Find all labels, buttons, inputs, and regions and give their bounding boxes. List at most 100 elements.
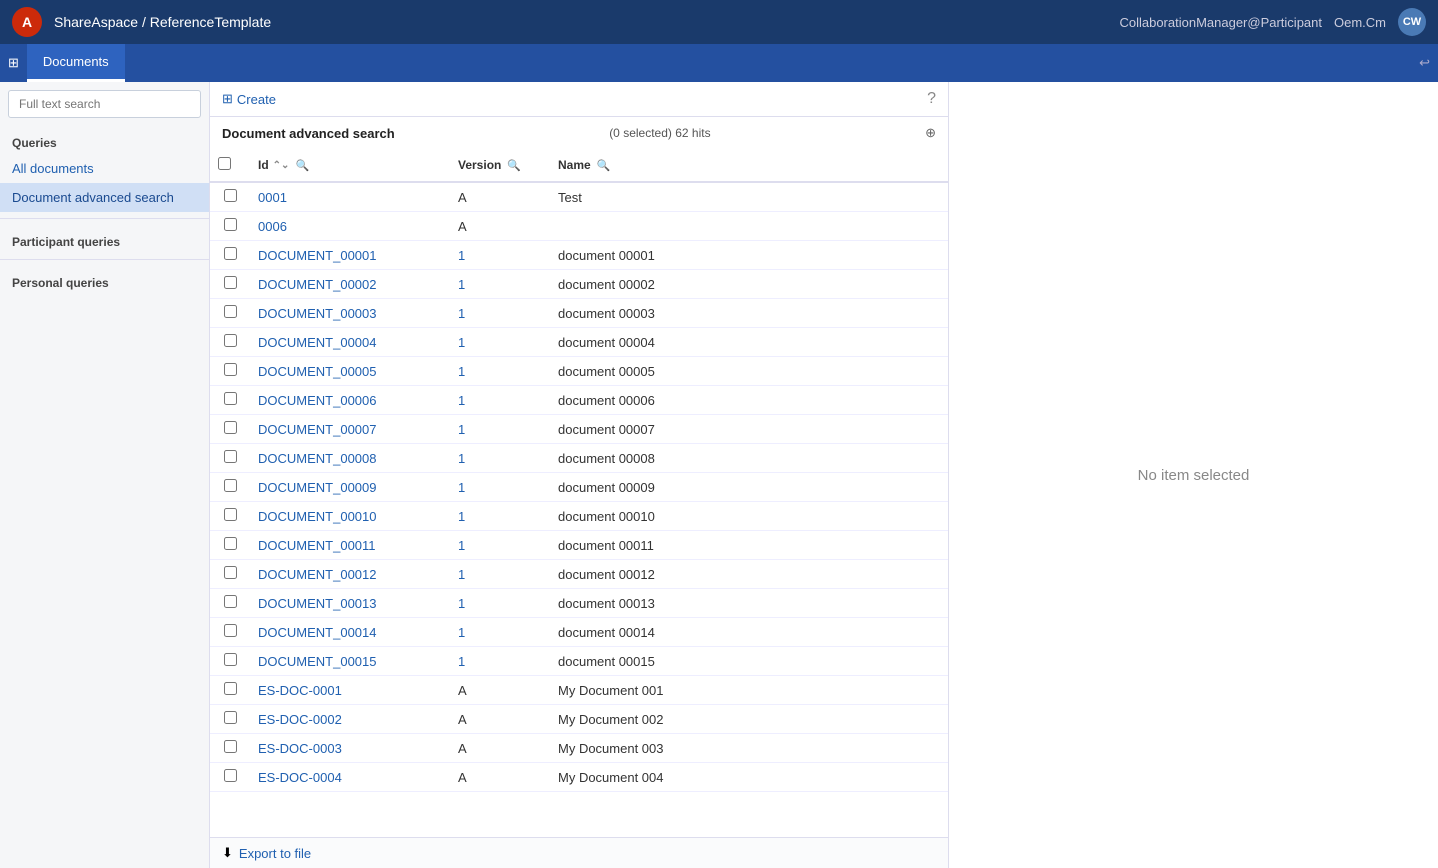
row-checkbox[interactable] [224, 479, 237, 492]
row-id[interactable]: DOCUMENT_00007 [250, 415, 450, 444]
user-label: CollaborationManager@Participant [1119, 15, 1322, 30]
row-checkbox[interactable] [224, 363, 237, 376]
table-row: ES-DOC-0002 A My Document 002 [210, 705, 948, 734]
row-name: document 00012 [550, 560, 948, 589]
history-icon[interactable]: ↩ [1419, 55, 1430, 71]
row-checkbox[interactable] [224, 682, 237, 695]
row-id[interactable]: DOCUMENT_00004 [250, 328, 450, 357]
row-id[interactable]: ES-DOC-0001 [250, 676, 450, 705]
row-id[interactable]: DOCUMENT_00006 [250, 386, 450, 415]
row-checkbox[interactable] [224, 305, 237, 318]
expand-icon[interactable]: ⊕ [925, 125, 936, 141]
row-id[interactable]: 0006 [250, 212, 450, 241]
row-checkbox[interactable] [224, 392, 237, 405]
row-id[interactable]: DOCUMENT_00015 [250, 647, 450, 676]
row-id[interactable]: DOCUMENT_00002 [250, 270, 450, 299]
row-name: document 00013 [550, 589, 948, 618]
row-checkbox[interactable] [224, 421, 237, 434]
row-checkbox[interactable] [224, 566, 237, 579]
sort-icon[interactable]: ⌃⌄ [273, 160, 290, 171]
user-avatar[interactable]: CW [1398, 8, 1426, 36]
version-filter-icon[interactable]: 🔍 [507, 159, 521, 172]
documents-table: Id ⌃⌄ 🔍 Version 🔍 [210, 149, 948, 792]
right-panel: No item selected [948, 82, 1438, 868]
row-checkbox[interactable] [224, 276, 237, 289]
row-checkbox[interactable] [224, 247, 237, 260]
row-id[interactable]: DOCUMENT_00011 [250, 531, 450, 560]
search-input[interactable] [8, 90, 201, 118]
header-id: Id ⌃⌄ 🔍 [250, 149, 450, 182]
personal-queries-label: Personal queries [0, 266, 209, 294]
table-row: DOCUMENT_00008 1 document 00008 [210, 444, 948, 473]
row-checkbox[interactable] [224, 653, 237, 666]
row-name: document 00005 [550, 357, 948, 386]
row-id[interactable]: ES-DOC-0004 [250, 763, 450, 792]
row-name: document 00015 [550, 647, 948, 676]
row-checkbox-cell [210, 357, 250, 386]
row-checkbox-cell [210, 386, 250, 415]
row-checkbox[interactable] [224, 189, 237, 202]
row-checkbox[interactable] [224, 740, 237, 753]
row-version: 1 [450, 386, 550, 415]
top-bar: A ShareAspace / ReferenceTemplate Collab… [0, 0, 1438, 44]
row-version: 1 [450, 560, 550, 589]
table-row: DOCUMENT_00002 1 document 00002 [210, 270, 948, 299]
row-name: My Document 002 [550, 705, 948, 734]
row-checkbox-cell [210, 647, 250, 676]
row-version: 1 [450, 531, 550, 560]
documents-tab[interactable]: Documents [27, 44, 125, 82]
sidebar-item-document-advanced-search[interactable]: Document advanced search [0, 183, 209, 212]
row-id[interactable]: ES-DOC-0003 [250, 734, 450, 763]
toolbar: ⊞ Create ? [210, 82, 948, 117]
name-filter-icon[interactable]: 🔍 [597, 159, 611, 172]
row-checkbox-cell [210, 763, 250, 792]
row-id[interactable]: DOCUMENT_00009 [250, 473, 450, 502]
row-version: 1 [450, 444, 550, 473]
grid-icon[interactable]: ⊞ [8, 55, 19, 71]
header-checkbox[interactable] [218, 157, 231, 170]
row-id[interactable]: DOCUMENT_00003 [250, 299, 450, 328]
row-name: document 00010 [550, 502, 948, 531]
row-version: A [450, 676, 550, 705]
row-version: 1 [450, 241, 550, 270]
row-id[interactable]: DOCUMENT_00012 [250, 560, 450, 589]
row-version: 1 [450, 328, 550, 357]
results-header: Document advanced search (0 selected) 62… [210, 117, 948, 149]
sidebar: Queries All documents Document advanced … [0, 82, 210, 868]
row-id[interactable]: 0001 [250, 182, 450, 212]
create-plus-icon: ⊞ [222, 91, 233, 107]
id-filter-icon[interactable]: 🔍 [295, 159, 309, 172]
row-id[interactable]: ES-DOC-0002 [250, 705, 450, 734]
table-row: DOCUMENT_00010 1 document 00010 [210, 502, 948, 531]
row-checkbox[interactable] [224, 334, 237, 347]
row-checkbox[interactable] [224, 218, 237, 231]
export-button[interactable]: Export to file [239, 846, 311, 861]
row-checkbox[interactable] [224, 450, 237, 463]
table-row: DOCUMENT_00001 1 document 00001 [210, 241, 948, 270]
row-checkbox[interactable] [224, 537, 237, 550]
row-id[interactable]: DOCUMENT_00010 [250, 502, 450, 531]
row-name: My Document 004 [550, 763, 948, 792]
row-checkbox[interactable] [224, 624, 237, 637]
table-row: DOCUMENT_00003 1 document 00003 [210, 299, 948, 328]
row-name: document 00003 [550, 299, 948, 328]
row-checkbox[interactable] [224, 711, 237, 724]
row-checkbox[interactable] [224, 595, 237, 608]
sidebar-item-all-documents[interactable]: All documents [0, 154, 209, 183]
results-title: Document advanced search [222, 126, 395, 141]
help-icon[interactable]: ? [927, 90, 936, 107]
row-checkbox-cell [210, 589, 250, 618]
row-name: document 00004 [550, 328, 948, 357]
row-id[interactable]: DOCUMENT_00008 [250, 444, 450, 473]
row-version: 1 [450, 618, 550, 647]
header-name: Name 🔍 [550, 149, 948, 182]
row-id[interactable]: DOCUMENT_00001 [250, 241, 450, 270]
row-id[interactable]: DOCUMENT_00013 [250, 589, 450, 618]
row-version: 1 [450, 415, 550, 444]
row-checkbox[interactable] [224, 508, 237, 521]
table-row: 0001 A Test [210, 182, 948, 212]
create-button[interactable]: ⊞ Create [222, 91, 276, 107]
row-checkbox[interactable] [224, 769, 237, 782]
row-id[interactable]: DOCUMENT_00014 [250, 618, 450, 647]
row-id[interactable]: DOCUMENT_00005 [250, 357, 450, 386]
